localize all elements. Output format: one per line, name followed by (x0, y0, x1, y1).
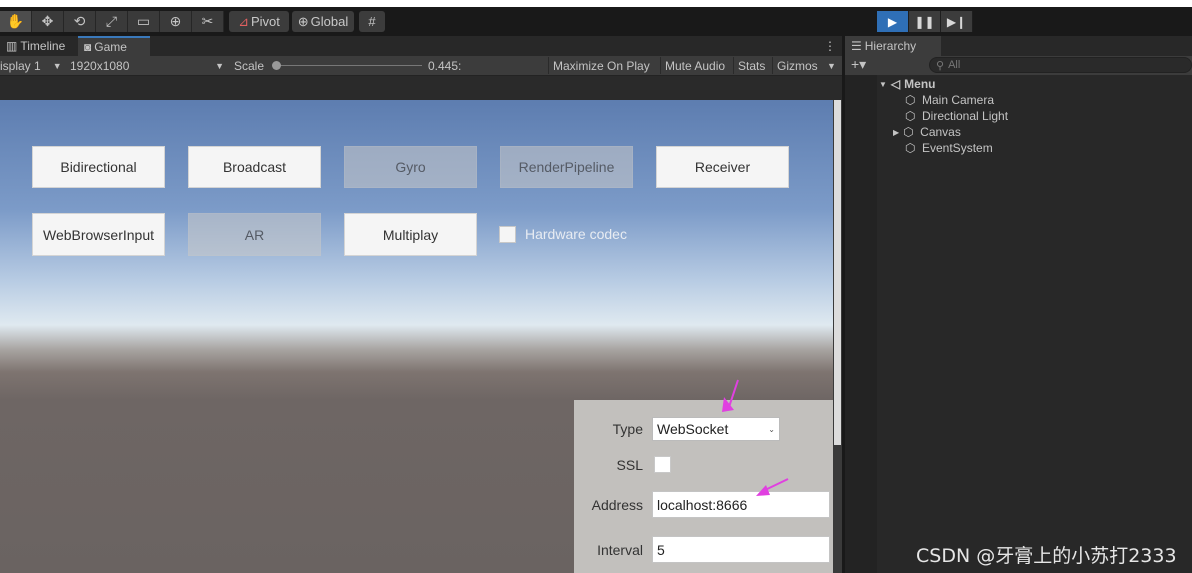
scale-slider-track[interactable] (276, 65, 422, 66)
webbrowserinput-button[interactable]: WebBrowserInput (32, 213, 165, 256)
top-strip (0, 0, 1192, 7)
globe-icon: ⊕ (297, 13, 309, 29)
tool-group: ✋ ✥ ⟲ ⤢ ▭ ⊕ ✂ (0, 11, 224, 32)
timeline-icon: ▥ (6, 39, 18, 53)
grid-snap-icon: # (368, 14, 376, 29)
grid-snap-button[interactable]: # (359, 11, 385, 32)
scene-menu-item[interactable]: ▼ ◁ Menu (879, 77, 936, 91)
tab-hierarchy[interactable]: ☰ Hierarchy (845, 36, 941, 56)
expand-arrow-icon: ▼ (879, 79, 887, 89)
chevron-down-icon: ▼ (215, 60, 224, 71)
list-icon: ☰ (851, 39, 862, 53)
search-icon: ⚲ (936, 59, 945, 72)
ssl-label: SSL (616, 457, 643, 473)
hardware-codec-checkbox[interactable] (499, 226, 516, 243)
mute-audio-button[interactable]: Mute Audio (660, 57, 729, 74)
pivot-icon: ⊿ (238, 13, 249, 29)
pivot-button[interactable]: ⊿ Pivot (229, 11, 289, 32)
ssl-checkbox[interactable] (654, 456, 671, 473)
hardware-codec-label: Hardware codec (525, 226, 627, 242)
gameobject-cube-icon: ⬡ (905, 108, 916, 123)
bidirectional-button[interactable]: Bidirectional (32, 146, 165, 188)
type-label: Type (612, 421, 643, 437)
gyro-button[interactable]: Gyro (344, 146, 477, 188)
hierarchy-gutter (845, 75, 877, 573)
interval-input[interactable]: 5 (652, 536, 830, 563)
add-icon[interactable]: +▾ (851, 56, 866, 73)
hierarchy-item-canvas[interactable]: ▶ ⬡ Canvas (893, 125, 961, 139)
game-tabbar: ▥ Timeline ◙ Game ⋮ (0, 36, 842, 56)
multiplay-button[interactable]: Multiplay (344, 213, 477, 256)
gameobject-cube-icon: ⬡ (905, 92, 916, 107)
collapsed-arrow-icon: ▶ (893, 127, 900, 137)
play-icon[interactable]: ▶ (877, 11, 909, 32)
global-button[interactable]: ⊕ Global (292, 11, 354, 32)
display-dropdown[interactable]: isplay 1 ▼ (0, 56, 66, 75)
play-controls: ▶ ❚❚ ▶❙ (877, 11, 973, 32)
rect-tool-icon[interactable]: ▭ (128, 11, 160, 32)
step-icon[interactable]: ▶❙ (941, 11, 973, 32)
hierarchy-toolbar: +▾ ⚲ All (845, 56, 1192, 75)
scrollbar-thumb[interactable] (834, 100, 841, 445)
hierarchy-item-directional-light[interactable]: ⬡ Directional Light (905, 109, 1008, 123)
ar-button[interactable]: AR (188, 213, 321, 256)
address-label: Address (591, 497, 643, 513)
chevron-down-icon: ▼ (52, 60, 62, 71)
viewport-scrollbar[interactable] (833, 100, 842, 573)
gizmos-button[interactable]: Gizmos (772, 57, 822, 74)
annotation-arrows (722, 379, 789, 496)
arrow-address-icon (756, 478, 789, 496)
scale-label: Scale (234, 58, 265, 73)
hierarchy-body (845, 75, 1192, 573)
resolution-dropdown[interactable]: 1920x1080 ▼ (70, 56, 226, 75)
arrow-type-icon (722, 379, 739, 412)
game-controls-bar: isplay 1 ▼ 1920x1080 ▼ Scale 0.445: Maxi… (0, 56, 842, 76)
interval-label: Interval (597, 542, 643, 558)
tab-timeline[interactable]: ▥ Timeline (0, 36, 84, 56)
gamepad-icon: ◙ (84, 40, 92, 54)
gizmos-chevron-icon[interactable]: ▼ (827, 56, 836, 75)
scale-tool-icon[interactable]: ⤢ (96, 11, 128, 32)
hierarchy-item-main-camera[interactable]: ⬡ Main Camera (905, 93, 994, 107)
hierarchy-item-eventsystem[interactable]: ⬡ EventSystem (905, 141, 993, 155)
unity-scene-icon: ◁ (890, 77, 901, 91)
rotate-tool-icon[interactable]: ⟲ (64, 11, 96, 32)
renderpipeline-button[interactable]: RenderPipeline (500, 146, 633, 188)
main-toolbar: ✋ ✥ ⟲ ⤢ ▭ ⊕ ✂ ⊿ Pivot ⊕ Global # ▶ ❚❚ ▶❙ (0, 7, 1192, 36)
transform-tool-icon[interactable]: ⊕ (160, 11, 192, 32)
maximize-on-play-button[interactable]: Maximize On Play (548, 57, 654, 74)
stats-button[interactable]: Stats (733, 57, 769, 74)
move-tool-icon[interactable]: ✥ (32, 11, 64, 32)
hand-tool-icon[interactable]: ✋ (0, 11, 32, 32)
receiver-button[interactable]: Receiver (656, 146, 789, 188)
broadcast-button[interactable]: Broadcast (188, 146, 321, 188)
scale-value: 0.445: (428, 58, 462, 73)
watermark: CSDN @牙膏上的小苏打2333 (916, 545, 1177, 567)
gameobject-cube-icon: ⬡ (903, 124, 914, 139)
scale-slider-handle[interactable] (272, 61, 281, 70)
tab-game[interactable]: ◙ Game (78, 36, 150, 56)
custom-tool-icon[interactable]: ✂ (192, 11, 224, 32)
hierarchy-tabbar: ☰ Hierarchy (845, 36, 1192, 56)
game-letterbox (0, 76, 842, 100)
gameobject-cube-icon: ⬡ (905, 140, 916, 155)
hierarchy-search-input[interactable]: ⚲ All (929, 57, 1192, 73)
pause-icon[interactable]: ❚❚ (909, 11, 941, 32)
